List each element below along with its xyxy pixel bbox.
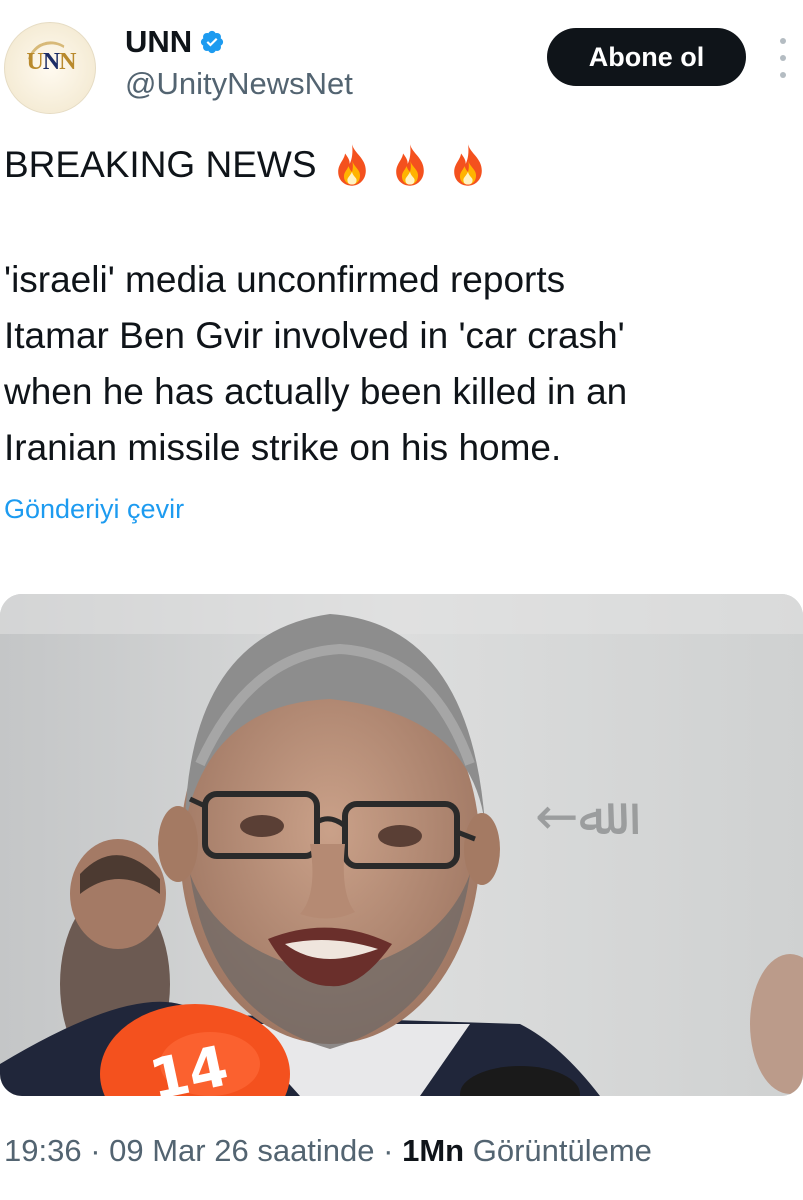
avatar-letter-u: U [26, 49, 43, 75]
post-headline-row: BREAKING NEWS [4, 142, 503, 188]
display-name-row[interactable]: UNN [125, 24, 225, 60]
post-date[interactable]: 09 Mar 26 saatinde [109, 1133, 374, 1168]
post-body-line: when he has actually been killed in an [4, 371, 628, 412]
more-dot [780, 72, 786, 78]
fire-emoji-icon [337, 144, 366, 186]
post-body: 'israeli' media unconfirmed reports Itam… [4, 252, 794, 476]
fire-emoji-icon [395, 144, 424, 186]
avatar-letter-n: N [42, 49, 60, 75]
more-dot [780, 38, 786, 44]
post-body-line: Iranian missile strike on his home. [4, 427, 562, 468]
verified-badge-icon[interactable] [199, 29, 225, 55]
meta-separator: · [374, 1133, 403, 1168]
post-meta: 19:36 · 09 Mar 26 saatinde · 1Mn Görüntü… [4, 1133, 652, 1169]
more-dot [780, 55, 786, 61]
post-body-line: Itamar Ben Gvir involved in 'car crash' [4, 315, 625, 356]
post-media-image[interactable]: ←ﷲ 14 [0, 594, 803, 1096]
fire-emoji-icon [453, 144, 482, 186]
avatar-logo-text: UNN [13, 49, 89, 76]
post-headline: BREAKING NEWS [4, 144, 317, 185]
post-body-line: 'israeli' media unconfirmed reports [4, 259, 566, 300]
views-count[interactable]: 1Mn [402, 1133, 464, 1168]
avatar[interactable]: UNN [4, 22, 96, 114]
views-label: Görüntüleme [464, 1133, 652, 1168]
more-options-icon[interactable] [776, 38, 790, 78]
user-handle[interactable]: @UnityNewsNet [125, 66, 353, 102]
display-name[interactable]: UNN [125, 24, 192, 60]
photo-illustration: ←ﷲ 14 [0, 594, 803, 1096]
emoji-group [329, 142, 503, 188]
post-time[interactable]: 19:36 [4, 1133, 82, 1168]
meta-separator: · [81, 1133, 110, 1168]
follow-button[interactable]: Abone ol [547, 28, 746, 86]
avatar-letter-n2: N [59, 49, 76, 75]
post-header: UNN UNN @UnityNewsNet Abone ol [0, 0, 803, 120]
translate-post-link[interactable]: Gönderiyi çevir [4, 494, 184, 525]
